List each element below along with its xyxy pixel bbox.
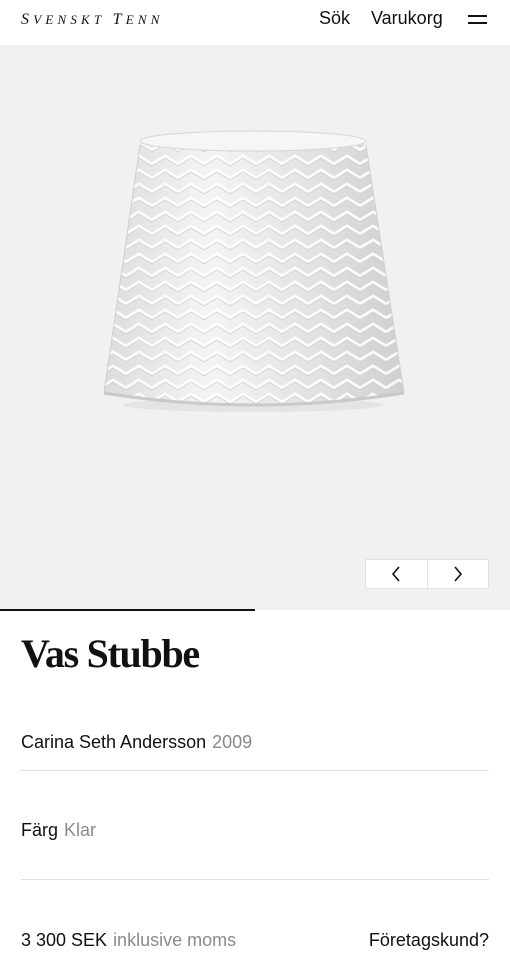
business-customer-link[interactable]: Företagskund?: [369, 930, 489, 951]
logo-initial-t: T: [112, 11, 126, 28]
hamburger-menu-icon[interactable]: [468, 12, 488, 26]
search-link[interactable]: Sök: [319, 8, 350, 29]
logo-word-1: VENSKT: [33, 12, 106, 27]
cart-link[interactable]: Varukorg: [371, 8, 443, 29]
product-image-gallery[interactable]: [0, 45, 510, 610]
brand-logo[interactable]: SVENSKT TENN: [21, 11, 164, 29]
designer-name[interactable]: Carina Seth Andersson: [21, 732, 206, 752]
price-row: 3 300 SEK inklusive moms: [21, 930, 236, 951]
chevron-left-icon[interactable]: [366, 560, 427, 588]
gallery-progress-bar: [0, 609, 255, 611]
site-header: SVENSKT TENN Sök Varukorg: [0, 0, 510, 42]
designer-row: Carina Seth Andersson 2009: [21, 732, 252, 753]
logo-initial-s: S: [21, 11, 34, 28]
color-value: Klar: [64, 820, 97, 840]
gallery-arrows: [365, 559, 489, 589]
color-label: Färg: [21, 820, 59, 840]
price-note: inklusive moms: [113, 930, 237, 950]
divider: [21, 770, 489, 771]
design-year: 2009: [212, 732, 253, 752]
logo-word-2: ENN: [125, 12, 164, 27]
color-row: Färg Klar: [21, 820, 96, 841]
divider: [21, 879, 489, 880]
price: 3 300 SEK: [21, 930, 108, 950]
product-title: Vas Stubbe: [21, 631, 200, 676]
chevron-right-icon[interactable]: [426, 560, 489, 588]
vase-image: [103, 130, 405, 412]
